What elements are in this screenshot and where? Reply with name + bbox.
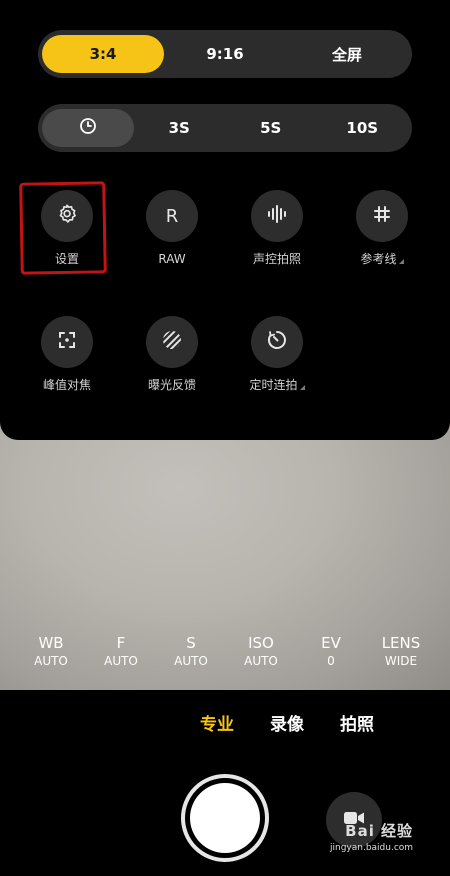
annotation-highlight-box xyxy=(19,181,107,275)
param-ev[interactable]: EV 0 xyxy=(296,634,366,669)
watermark-url: jingyan.baidu.com xyxy=(330,843,414,853)
param-name: ISO xyxy=(248,634,274,652)
param-wb[interactable]: WB AUTO xyxy=(16,634,86,669)
shutter-inner xyxy=(190,783,260,853)
aspect-ratio-selector: 3:4 9:16 全屏 xyxy=(38,30,412,78)
focus-peaking-label: 峰值对焦 xyxy=(42,378,91,392)
exposure-feedback-label: 曝光反馈 xyxy=(147,378,196,392)
timer-off-option[interactable] xyxy=(42,109,134,147)
focus-peaking-button[interactable] xyxy=(41,316,93,368)
grid-hash-icon xyxy=(372,204,392,229)
param-value: 0 xyxy=(327,654,335,668)
param-value: AUTO xyxy=(104,654,138,668)
param-lens[interactable]: LENS WIDE xyxy=(366,634,436,669)
interval-burst-label-text: 定时连拍 xyxy=(249,378,298,392)
submenu-corner-icon xyxy=(398,259,404,264)
submenu-corner-icon xyxy=(299,385,305,390)
param-name: EV xyxy=(321,634,341,652)
param-iso[interactable]: ISO AUTO xyxy=(226,634,296,669)
param-name: S xyxy=(186,634,196,652)
voice-shutter-button[interactable] xyxy=(251,190,303,242)
exposure-feedback-option[interactable]: 曝光反馈 xyxy=(132,316,212,393)
zebra-stripes-icon xyxy=(161,329,183,356)
param-name: LENS xyxy=(381,634,421,652)
raw-button[interactable]: R xyxy=(146,190,198,242)
param-value: WIDE xyxy=(384,654,418,668)
timer-selector: 3S 5S 10S xyxy=(38,104,412,152)
gridlines-button[interactable] xyxy=(356,190,408,242)
ratio-option-3-4[interactable]: 3:4 xyxy=(42,35,164,73)
interval-burst-option[interactable]: 定时连拍 xyxy=(237,316,317,393)
soundwave-icon xyxy=(266,204,288,229)
interval-burst-button[interactable] xyxy=(251,316,303,368)
param-value: AUTO xyxy=(244,654,278,668)
watermark: Bai 经验 jingyan.baidu.com xyxy=(330,820,413,853)
exposure-feedback-button[interactable] xyxy=(146,316,198,368)
param-aperture[interactable]: F AUTO xyxy=(86,634,156,669)
shutter-button[interactable] xyxy=(181,774,269,862)
raw-r-glyph: R xyxy=(165,205,179,227)
mode-tab-photo[interactable]: 拍照 xyxy=(340,710,374,735)
mode-tabs: 专业 录像 拍照 xyxy=(200,710,410,735)
focus-peaking-option[interactable]: 峰值对焦 xyxy=(27,316,107,393)
voice-shutter-option[interactable]: 声控拍照 xyxy=(237,190,317,267)
focus-peaking-icon xyxy=(57,330,77,355)
interval-burst-label: 定时连拍 xyxy=(249,378,305,392)
param-shutter-speed[interactable]: S AUTO xyxy=(156,634,226,669)
ratio-option-fullscreen[interactable]: 全屏 xyxy=(286,35,408,73)
param-value: AUTO xyxy=(174,654,208,668)
param-value: AUTO xyxy=(34,654,68,668)
gridlines-label-text: 参考线 xyxy=(360,252,397,266)
timer-option-5s[interactable]: 5S xyxy=(225,109,317,147)
timer-option-3s[interactable]: 3S xyxy=(134,109,226,147)
pro-params-bar: WB AUTO F AUTO S AUTO ISO AUTO EV 0 LENS… xyxy=(16,634,436,669)
interval-timer-icon xyxy=(266,329,288,356)
ratio-option-9-16[interactable]: 9:16 xyxy=(164,35,286,73)
gridlines-label: 参考线 xyxy=(360,252,404,266)
voice-shutter-label: 声控拍照 xyxy=(252,252,301,266)
param-name: WB xyxy=(38,634,64,652)
gridlines-option[interactable]: 参考线 xyxy=(342,190,422,267)
watermark-brand: Bai 经验 xyxy=(345,822,414,840)
raw-option[interactable]: R RAW xyxy=(132,190,212,267)
mode-tab-video[interactable]: 录像 xyxy=(270,710,304,735)
mode-tab-pro[interactable]: 专业 xyxy=(200,710,234,735)
param-name: F xyxy=(116,634,126,652)
clock-icon xyxy=(79,117,97,139)
timer-option-10s[interactable]: 10S xyxy=(317,109,409,147)
raw-label: RAW xyxy=(158,252,186,266)
